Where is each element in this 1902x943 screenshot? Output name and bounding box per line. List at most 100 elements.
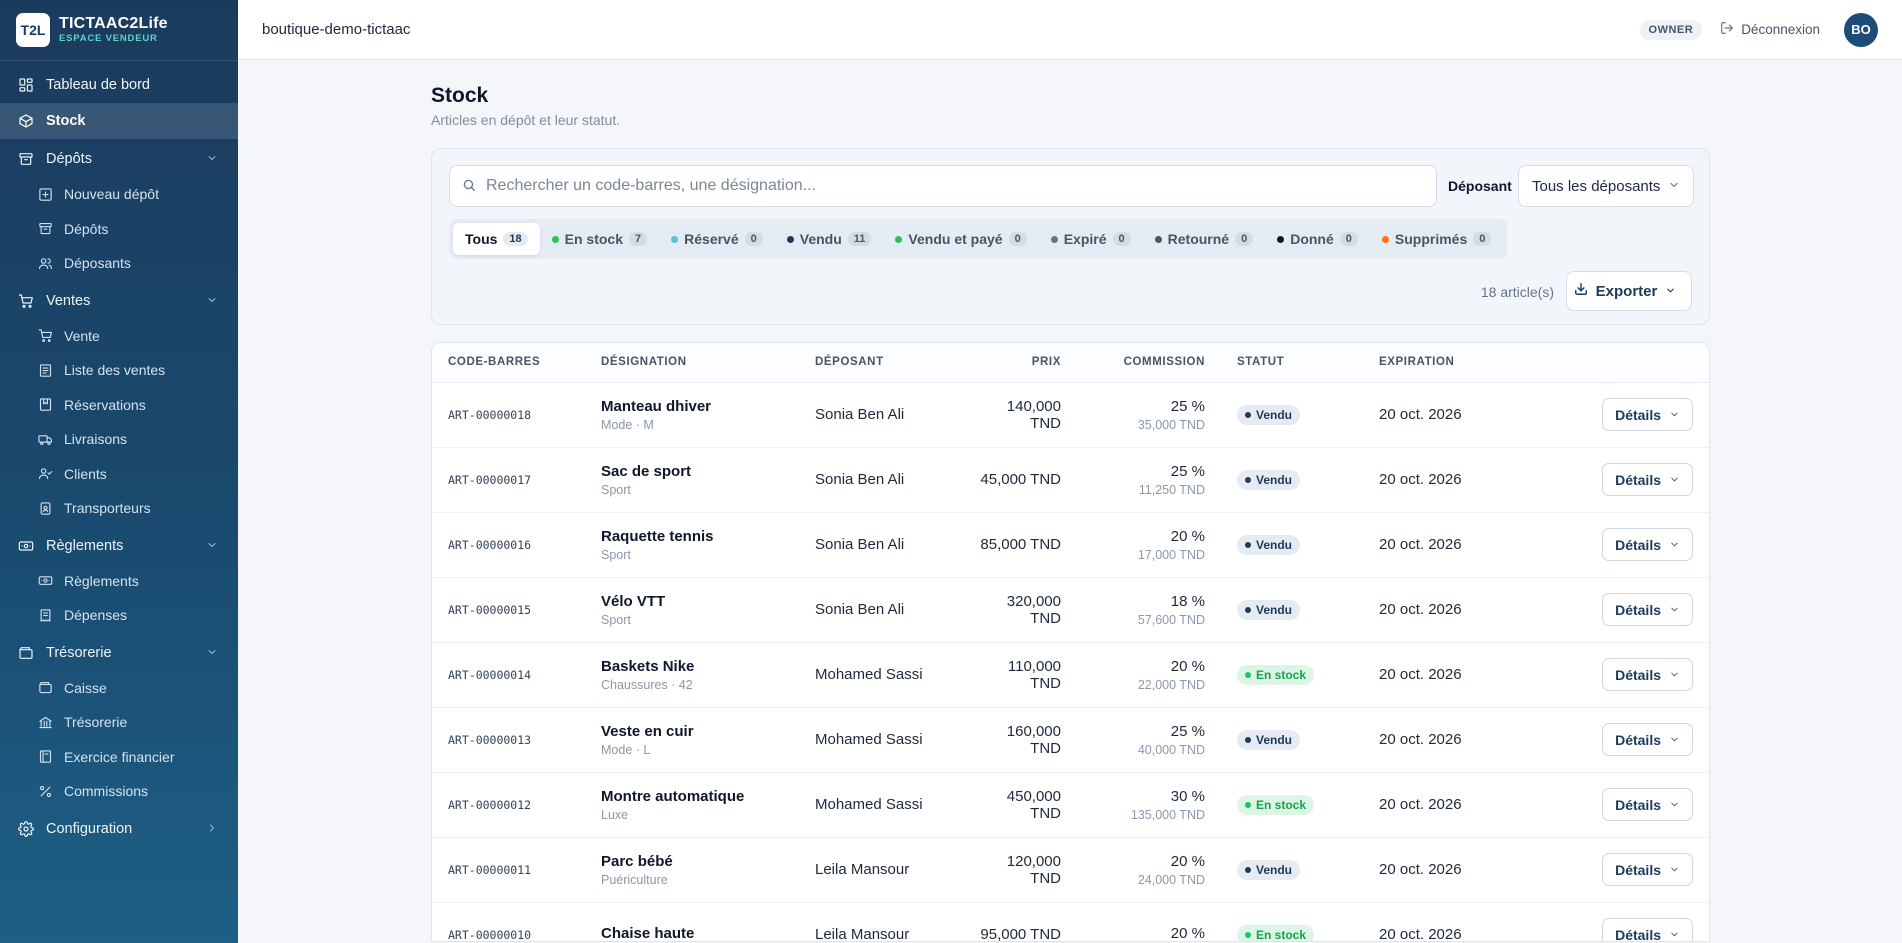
details-button[interactable]: Détails [1602,528,1693,561]
details-button[interactable]: Détails [1602,918,1693,941]
status-dot [1245,671,1251,678]
status-label: Vendu [1256,732,1293,747]
archive-icon [38,221,53,236]
sidebar-subitem-tresorerie[interactable]: Trésorerie [0,705,238,740]
depositor-name: Sonia Ben Ali [815,536,905,553]
item-category: Puériculture [601,872,668,887]
logout-label: Déconnexion [1741,22,1820,37]
details-button[interactable]: Détails [1602,463,1693,496]
sidebar-item-stock[interactable]: Stock [0,103,238,139]
sidebar-subitem-commissions[interactable]: Commissions [0,774,238,809]
sidebar-subitem-transporteurs[interactable]: Transporteurs [0,491,238,526]
details-button[interactable]: Détails [1602,723,1693,756]
barcode: ART-00000013 [448,733,532,747]
tab-tous[interactable]: Tous 18 [453,223,540,255]
tab-vendu[interactable]: Vendu 11 [775,223,884,255]
barcode: ART-00000016 [448,538,532,552]
sidebar-item-depots[interactable]: Dépôts [0,141,238,177]
table-row: ART-00000016 Raquette tennis Sport Sonia Be… [432,512,1709,578]
tab-expire[interactable]: Expiré 0 [1039,223,1143,255]
price: 450,000 TND [1006,787,1061,822]
details-button[interactable]: Détails [1602,788,1693,821]
sidebar-subitem-reglements[interactable]: Règlements [0,564,238,599]
depositor-name: Sonia Ben Ali [815,406,905,423]
details-button[interactable]: Détails [1602,593,1693,626]
details-button[interactable]: Détails [1602,853,1693,886]
sidebar-item-tresorerie[interactable]: Trésorerie [0,635,238,671]
export-button[interactable]: Exporter [1566,271,1692,311]
expiration-date: 20 oct. 2026 [1379,406,1462,423]
tab-vendu-et-paye[interactable]: Vendu et payé 0 [883,223,1038,255]
status-label: Vendu [1256,407,1293,422]
sidebar-subitem-nouveau-depot[interactable]: Nouveau dépôt [0,177,238,212]
sidebar-item-tableau-de-bord[interactable]: Tableau de bord [0,67,238,103]
item-name: Baskets Nike [601,657,695,675]
commission-amount: 40,000 TND [1137,742,1205,757]
brand[interactable]: T2L TICTAAC2Life ESPACE VENDEUR [0,0,238,61]
wallet-icon [18,645,34,661]
chevron-down-icon [1669,602,1680,618]
search-icon [462,178,476,195]
price: 110,000 TND [1007,657,1061,692]
price: 120,000 TND [1006,852,1061,887]
tab-count: 18 [503,232,528,246]
sidebar-subitem-depenses[interactable]: Dépenses [0,598,238,633]
sidebar-subitem-label: Dépôts [64,220,109,237]
sidebar-subitem-label: Clients [64,465,107,482]
depositor-name: Sonia Ben Ali [815,601,905,618]
expiration-date: 20 oct. 2026 [1379,796,1462,813]
sidebar-subitem-liste-des-ventes[interactable]: Liste des ventes [0,353,238,388]
sidebar-subitem-deposants[interactable]: Déposants [0,246,238,281]
tab-donne[interactable]: Donné 0 [1265,223,1370,255]
sidebar-subitem-depots[interactable]: Dépôts [0,212,238,247]
chevron-down-icon [1668,178,1680,195]
sidebar-item-reglements[interactable]: Règlements [0,528,238,564]
tab-count: 0 [1235,232,1254,246]
sidebar-subitem-clients[interactable]: Clients [0,457,238,492]
barcode: ART-00000015 [448,603,532,617]
chevron-down-icon [1669,862,1680,878]
sidebar-subitem-vente[interactable]: Vente [0,319,238,354]
column-header-designation: DÉSIGNATION [585,343,799,383]
sidebar-subitem-reservations[interactable]: Réservations [0,388,238,423]
search-box[interactable] [449,165,1437,207]
depositor-name: Mohamed Sassi [815,731,923,748]
sidebar-item-configuration[interactable]: Configuration [0,811,238,847]
status-label: En stock [1256,797,1307,812]
details-button[interactable]: Détails [1602,398,1693,431]
expiration-date: 20 oct. 2026 [1379,471,1462,488]
search-input[interactable] [486,177,1386,195]
sidebar-item-label: Configuration [46,820,133,837]
sidebar-subitem-livraisons[interactable]: Livraisons [0,422,238,457]
sidebar-subitem-label: Commissions [64,783,149,800]
stock-table: CODE-BARRES DÉSIGNATION DÉPOSANT PRIX CO… [432,343,1709,941]
status-dot [1245,931,1251,938]
sidebar-item-ventes[interactable]: Ventes [0,283,238,319]
status-dot [1050,235,1058,243]
barcode: ART-00000014 [448,668,532,682]
status-badge: Vendu [1237,729,1301,750]
item-name: Raquette tennis [601,527,714,545]
tab-reserve[interactable]: Réservé 0 [659,223,775,255]
logout-button[interactable]: Déconnexion [1720,21,1820,38]
tab-supprimes[interactable]: Supprimés 0 [1370,223,1503,255]
depositor-name: Mohamed Sassi [815,796,923,813]
commission-amount: 57,600 TND [1137,612,1205,627]
tab-en-stock[interactable]: En stock 7 [540,223,659,255]
commission-amount: 24,000 TND [1137,872,1205,887]
sidebar-subitem-caisse[interactable]: Caisse [0,671,238,706]
depositor-label: Déposant [1448,178,1512,194]
depositor-select[interactable]: Tous les déposants [1518,165,1694,207]
sidebar-subitem-exercice-financier[interactable]: Exercice financier [0,740,238,775]
status-dot [1245,801,1251,808]
commission-amount: 135,000 TND [1130,807,1205,822]
status-dot [1245,736,1251,743]
role-badge: OWNER [1639,19,1703,40]
tab-count: 11 [847,232,872,246]
item-name: Parc bébé [601,852,673,870]
bank-icon [38,715,53,730]
details-label: Détails [1615,471,1661,488]
tab-retourne[interactable]: Retourné 0 [1143,223,1266,255]
details-button[interactable]: Détails [1602,658,1693,691]
avatar[interactable]: BO [1844,12,1878,47]
